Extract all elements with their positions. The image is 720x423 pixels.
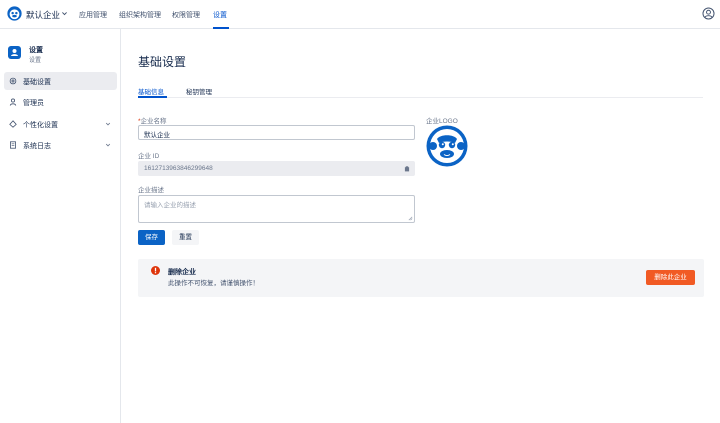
reset-button[interactable]: 重置 <box>172 230 199 245</box>
sidebar-item-label: 基础设置 <box>23 79 51 86</box>
error-icon <box>151 266 160 275</box>
org-switcher[interactable]: 默认企业 <box>26 9 60 21</box>
company-id-field: 1612713963846299648 <box>138 161 415 176</box>
textarea-placeholder: 请输入企业的描述 <box>144 202 196 209</box>
sidebar-item-label: 个性化设置 <box>23 122 58 129</box>
sidebar-item-system-log[interactable]: 系统日志 <box>4 136 117 154</box>
chevron-down-icon <box>105 143 111 147</box>
chevron-down-icon[interactable] <box>61 10 68 17</box>
active-tab-indicator <box>138 96 167 98</box>
sidebar-app-subtitle: 设置 <box>29 58 42 64</box>
company-logo-label: 企业LOGO <box>426 118 458 125</box>
document-icon <box>10 141 16 149</box>
company-id-value: 1612713963846299648 <box>144 165 213 172</box>
delete-company-button[interactable]: 删除此企业 <box>646 270 695 285</box>
sidebar-item-basic-settings[interactable]: 基础设置 <box>4 72 117 90</box>
sidebar-item-admins[interactable]: 管理员 <box>4 93 117 111</box>
nav-permission-management[interactable]: 权限管理 <box>172 10 200 20</box>
paint-icon <box>9 120 17 128</box>
tabs-divider <box>138 97 703 98</box>
company-description-textarea[interactable]: 请输入企业的描述 <box>138 195 415 223</box>
sidebar-app-title: 设置 <box>29 47 43 54</box>
company-description-label: 企业描述 <box>138 187 164 194</box>
chevron-down-icon <box>105 122 111 126</box>
page-title: 基础设置 <box>138 55 187 69</box>
save-button[interactable]: 保存 <box>138 230 165 245</box>
sidebar-item-label: 管理员 <box>23 100 44 107</box>
nav-org-management[interactable]: 组织架构管理 <box>119 10 161 20</box>
resize-handle-icon[interactable] <box>408 216 413 221</box>
nav-app-management[interactable]: 应用管理 <box>79 10 107 20</box>
gear-icon <box>9 77 17 85</box>
copy-icon[interactable] <box>404 166 410 172</box>
danger-zone: 删除企业 此操作不可恢复，请谨慎操作！ 删除此企业 <box>138 259 704 297</box>
sidebar-item-personalization[interactable]: 个性化设置 <box>4 115 117 133</box>
person-icon <box>9 98 17 106</box>
sidebar-item-label: 系统日志 <box>23 143 51 150</box>
nav-settings[interactable]: 设置 <box>213 10 227 20</box>
sidebar: 设置 设置 基础设置 管理员 个性化设置 系统日志 <box>0 29 121 423</box>
settings-app-icon <box>8 46 21 59</box>
company-name-label: *企业名称 <box>138 118 167 125</box>
monkey-logo-icon[interactable] <box>7 6 22 21</box>
user-avatar-icon[interactable] <box>702 7 715 20</box>
active-nav-indicator <box>213 27 229 29</box>
company-logo-monkey-icon[interactable] <box>426 125 468 167</box>
tab-key-management[interactable]: 秘钥管理 <box>186 86 212 96</box>
company-id-label: 企业 ID <box>138 153 160 160</box>
tab-basic-info[interactable]: 基础信息 <box>138 86 164 96</box>
danger-description: 此操作不可恢复，请谨慎操作！ <box>168 280 259 287</box>
danger-title: 删除企业 <box>168 269 196 276</box>
company-name-input[interactable]: 默认企业 <box>138 125 415 140</box>
top-bar: 默认企业 应用管理 组织架构管理 权限管理 设置 <box>0 0 720 29</box>
